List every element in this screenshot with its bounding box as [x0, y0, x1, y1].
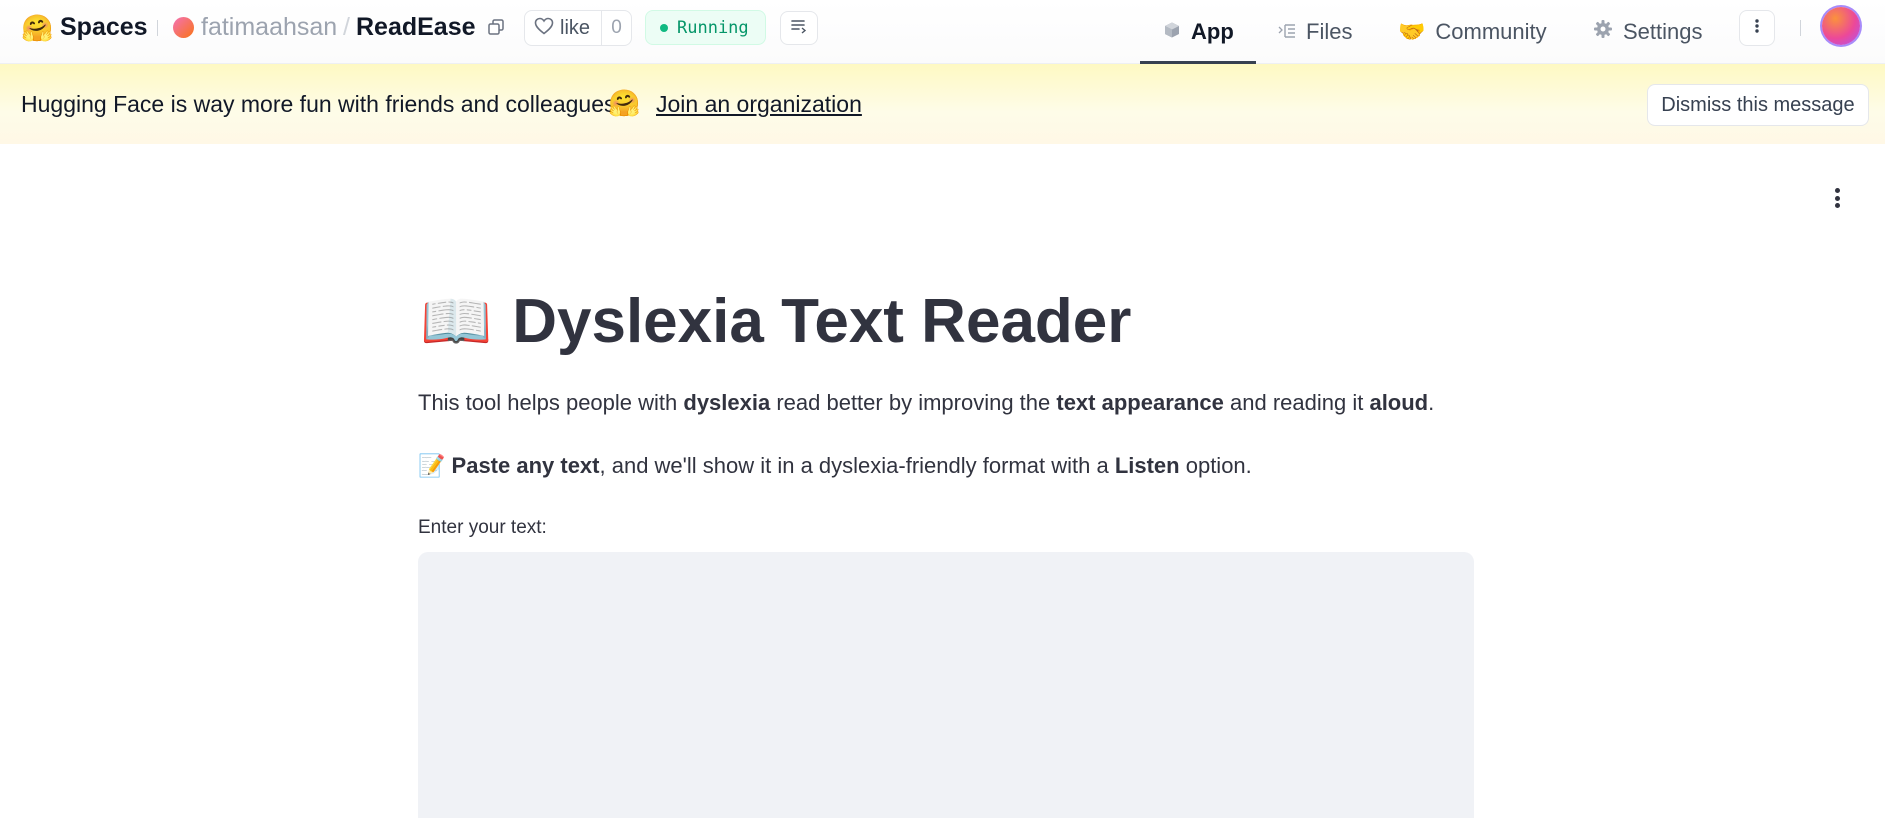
tab-label: Settings — [1623, 19, 1703, 44]
logs-icon — [790, 18, 808, 39]
gear-icon — [1593, 19, 1613, 45]
like-button[interactable]: like 0 — [524, 10, 632, 46]
path-separator: / — [343, 13, 350, 41]
divider — [1800, 20, 1801, 36]
top-nav-bar: 🤗 Spaces fatimaahsan / ReadEase like 0 R… — [0, 0, 1885, 64]
user-avatar[interactable] — [1822, 7, 1860, 45]
owner-avatar[interactable] — [173, 17, 194, 38]
join-organization-link[interactable]: Join an organization — [656, 89, 862, 119]
status-badge[interactable]: Running — [645, 10, 766, 45]
files-icon — [1278, 19, 1296, 45]
tab-label: Files — [1306, 19, 1353, 44]
banner-message: Hugging Face is way more fun with friend… — [21, 91, 622, 117]
copy-icon[interactable] — [487, 18, 505, 36]
description-bold: aloud — [1369, 390, 1429, 415]
page-title-text: Dyslexia Text Reader — [512, 287, 1132, 356]
description-bold: text appearance — [1056, 390, 1224, 415]
dismiss-banner-button[interactable]: Dismiss this message — [1647, 84, 1869, 126]
organization-banner: Hugging Face is way more fun with friend… — [0, 64, 1885, 144]
tab-files[interactable]: Files — [1278, 0, 1352, 64]
spaces-link[interactable]: Spaces — [60, 12, 148, 42]
like-label: like — [560, 16, 591, 39]
like-count[interactable]: 0 — [602, 17, 631, 39]
description-text: . — [1428, 390, 1435, 415]
text-input-label: Enter your text: — [418, 517, 547, 538]
cube-icon — [1163, 19, 1181, 45]
app-description: This tool helps people with dyslexia rea… — [418, 388, 1434, 418]
space-name-link[interactable]: ReadEase — [356, 11, 476, 43]
tip-text: , and we'll show it in a dyslexia-friend… — [599, 453, 1115, 478]
owner-link[interactable]: fatimaahsan — [201, 11, 337, 43]
description-text: read better by improving the — [770, 390, 1057, 415]
status-label: Running — [677, 17, 749, 38]
status-dot-icon — [660, 23, 668, 32]
tip-bold: Paste any text — [451, 453, 600, 478]
vertical-dots-icon — [1754, 18, 1760, 39]
more-options-button[interactable] — [1739, 10, 1775, 46]
memo-icon: 📝 — [418, 453, 446, 478]
page-title: 📖 Dyslexia Text Reader — [420, 284, 1131, 360]
description-bold: dyslexia — [683, 390, 771, 415]
hugging-face-emoji-icon: 🤗 — [608, 88, 641, 118]
app-menu-icon[interactable] — [1827, 186, 1847, 210]
tab-settings[interactable]: Settings — [1593, 0, 1703, 64]
logs-button[interactable] — [780, 11, 818, 45]
description-text: and reading it — [1223, 390, 1370, 415]
tab-community[interactable]: 🤝 Community — [1398, 0, 1547, 64]
divider — [157, 20, 158, 36]
text-input-area[interactable] — [418, 552, 1474, 818]
description-text: This tool helps people with — [418, 390, 684, 415]
tab-label: App — [1191, 19, 1234, 44]
heart-icon — [534, 17, 554, 40]
usage-tip: 📝 Paste any text, and we'll show it in a… — [418, 451, 1252, 481]
tab-label: Community — [1435, 19, 1547, 44]
open-book-icon: 📖 — [420, 289, 493, 354]
tab-app[interactable]: App — [1163, 0, 1234, 64]
hugging-face-logo-icon[interactable]: 🤗 — [21, 13, 53, 43]
tip-text: option. — [1179, 453, 1252, 478]
tip-bold: Listen — [1114, 453, 1180, 478]
community-icon: 🤝 — [1398, 19, 1426, 44]
